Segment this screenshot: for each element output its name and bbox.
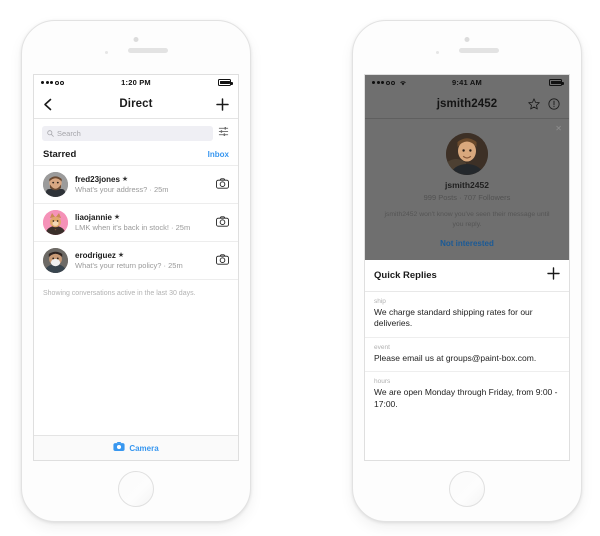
camera-icon[interactable]	[216, 252, 229, 270]
plus-icon[interactable]	[216, 97, 229, 111]
quick-reply-text: Please email us at groups@paint-box.com.	[374, 352, 537, 363]
camera-bar[interactable]: Camera	[34, 435, 238, 460]
conversation-snippet: LMK when it's back in stock! · 25m	[75, 223, 191, 233]
starred-section-header: Starred Inbox	[34, 146, 238, 165]
star-icon: ★	[121, 176, 129, 184]
camera-button-label: Camera	[129, 443, 159, 453]
status-bar-left: 1:20 PM	[34, 75, 238, 90]
nav-right-group	[528, 98, 560, 110]
quick-reply-text: We are open Monday through Friday, from …	[374, 387, 558, 409]
phone-top-bezel	[353, 21, 581, 73]
plus-icon[interactable]	[547, 266, 560, 285]
earpiece-speaker	[128, 48, 168, 53]
filter-sliders-icon[interactable]	[218, 124, 230, 142]
camera-icon[interactable]	[216, 176, 229, 194]
avatar	[43, 172, 68, 197]
status-bar-right-group	[549, 79, 564, 86]
search-icon	[47, 124, 54, 142]
conversation-username: liaojannie ★	[75, 213, 209, 222]
chevron-left-icon[interactable]	[43, 98, 52, 111]
inbox-link[interactable]: Inbox	[208, 150, 229, 159]
page-title: Direct	[119, 98, 153, 110]
quick-replies-header: Quick Replies	[365, 259, 569, 292]
nav-bar-right: jsmith2452	[365, 90, 569, 119]
screen-right: 9:41 AM jsmith2452 ✕ jsmith2452 999 Post…	[364, 74, 570, 461]
battery-icon	[218, 79, 233, 86]
camera-icon	[113, 439, 125, 457]
list-item[interactable]: erodriguez ★ What's your return policy? …	[34, 242, 238, 279]
avatar	[43, 210, 68, 235]
list-item-text: fred23jones ★ What's your address? · 25m	[75, 175, 209, 195]
nav-bar-left: Direct	[34, 90, 238, 119]
profile-stats: 999 Posts · 707 Followers	[423, 193, 511, 202]
star-icon: ★	[117, 252, 125, 260]
search-input[interactable]: Search	[42, 124, 213, 142]
avatar	[43, 248, 68, 273]
profile-note: jsmith2452 won't know you've seen their …	[384, 211, 550, 228]
quick-replies-title: Quick Replies	[374, 270, 437, 282]
status-bar-time: 9:41 AM	[452, 78, 482, 87]
username-text: erodriguez	[75, 250, 116, 260]
avatar	[446, 133, 488, 175]
info-circle-icon[interactable]	[548, 98, 560, 110]
front-camera-icon	[133, 37, 139, 42]
profile-overlay: ✕ jsmith2452 999 Posts · 707 Followers j…	[365, 119, 569, 260]
list-footnote: Showing conversations active in the last…	[43, 290, 196, 297]
status-bar-right	[218, 79, 233, 86]
screenshot-stage: 1:20 PM Direct Search Starred Inbox fred…	[0, 0, 600, 536]
list-item[interactable]: hours We are open Monday through Friday,…	[365, 372, 569, 418]
quick-reply-shortcut: event	[374, 343, 390, 351]
list-item[interactable]: event Please email us at groups@paint-bo…	[365, 337, 569, 373]
front-camera-icon	[464, 37, 470, 42]
conversation-snippet: What's your return policy? · 25m	[75, 261, 183, 271]
phone-bottom-bezel	[353, 459, 581, 521]
quick-reply-text: We charge standard shipping rates for ou…	[374, 306, 533, 329]
close-x-icon[interactable]: ✕	[555, 125, 562, 133]
nav-right-group	[216, 97, 229, 111]
search-placeholder: Search	[57, 128, 81, 138]
status-bar-time: 1:20 PM	[121, 78, 151, 87]
status-bar-right: 9:41 AM	[365, 75, 569, 90]
username-text: liaojannie	[75, 212, 112, 222]
not-interested-button[interactable]: Not interested	[365, 239, 569, 248]
camera-icon[interactable]	[216, 214, 229, 232]
phone-bottom-bezel	[22, 459, 250, 521]
nav-left-group	[43, 98, 52, 111]
list-item-text: erodriguez ★ What's your return policy? …	[75, 251, 209, 271]
star-icon: ★	[113, 214, 121, 222]
battery-icon	[549, 79, 564, 86]
earpiece-speaker	[459, 48, 499, 53]
quick-reply-shortcut: hours	[374, 378, 391, 386]
quick-reply-shortcut: ship	[374, 297, 386, 305]
username-text: fred23jones	[75, 174, 120, 184]
search-row: Search	[34, 119, 238, 146]
section-title: Starred	[43, 149, 77, 160]
conversation-snippet: What's your address? · 25m	[75, 185, 169, 195]
home-button[interactable]	[449, 471, 485, 507]
proximity-sensor-icon	[436, 51, 439, 54]
star-outline-icon[interactable]	[528, 98, 540, 110]
phone-top-bezel	[22, 21, 250, 73]
phone-device-left: 1:20 PM Direct Search Starred Inbox fred…	[21, 20, 251, 522]
list-item[interactable]: ship We charge standard shipping rates f…	[365, 291, 569, 338]
list-item[interactable]: fred23jones ★ What's your address? · 25m	[34, 166, 238, 203]
conversation-username: erodriguez ★	[75, 251, 209, 260]
list-item-text: liaojannie ★ LMK when it's back in stock…	[75, 213, 209, 233]
home-button[interactable]	[118, 471, 154, 507]
proximity-sensor-icon	[105, 51, 108, 54]
screen-left: 1:20 PM Direct Search Starred Inbox fred…	[33, 74, 239, 461]
profile-username: jsmith2452	[445, 180, 489, 190]
conversation-username: fred23jones ★	[75, 175, 209, 184]
list-item[interactable]: liaojannie ★ LMK when it's back in stock…	[34, 204, 238, 241]
phone-device-right: 9:41 AM jsmith2452 ✕ jsmith2452 999 Post…	[352, 20, 582, 522]
